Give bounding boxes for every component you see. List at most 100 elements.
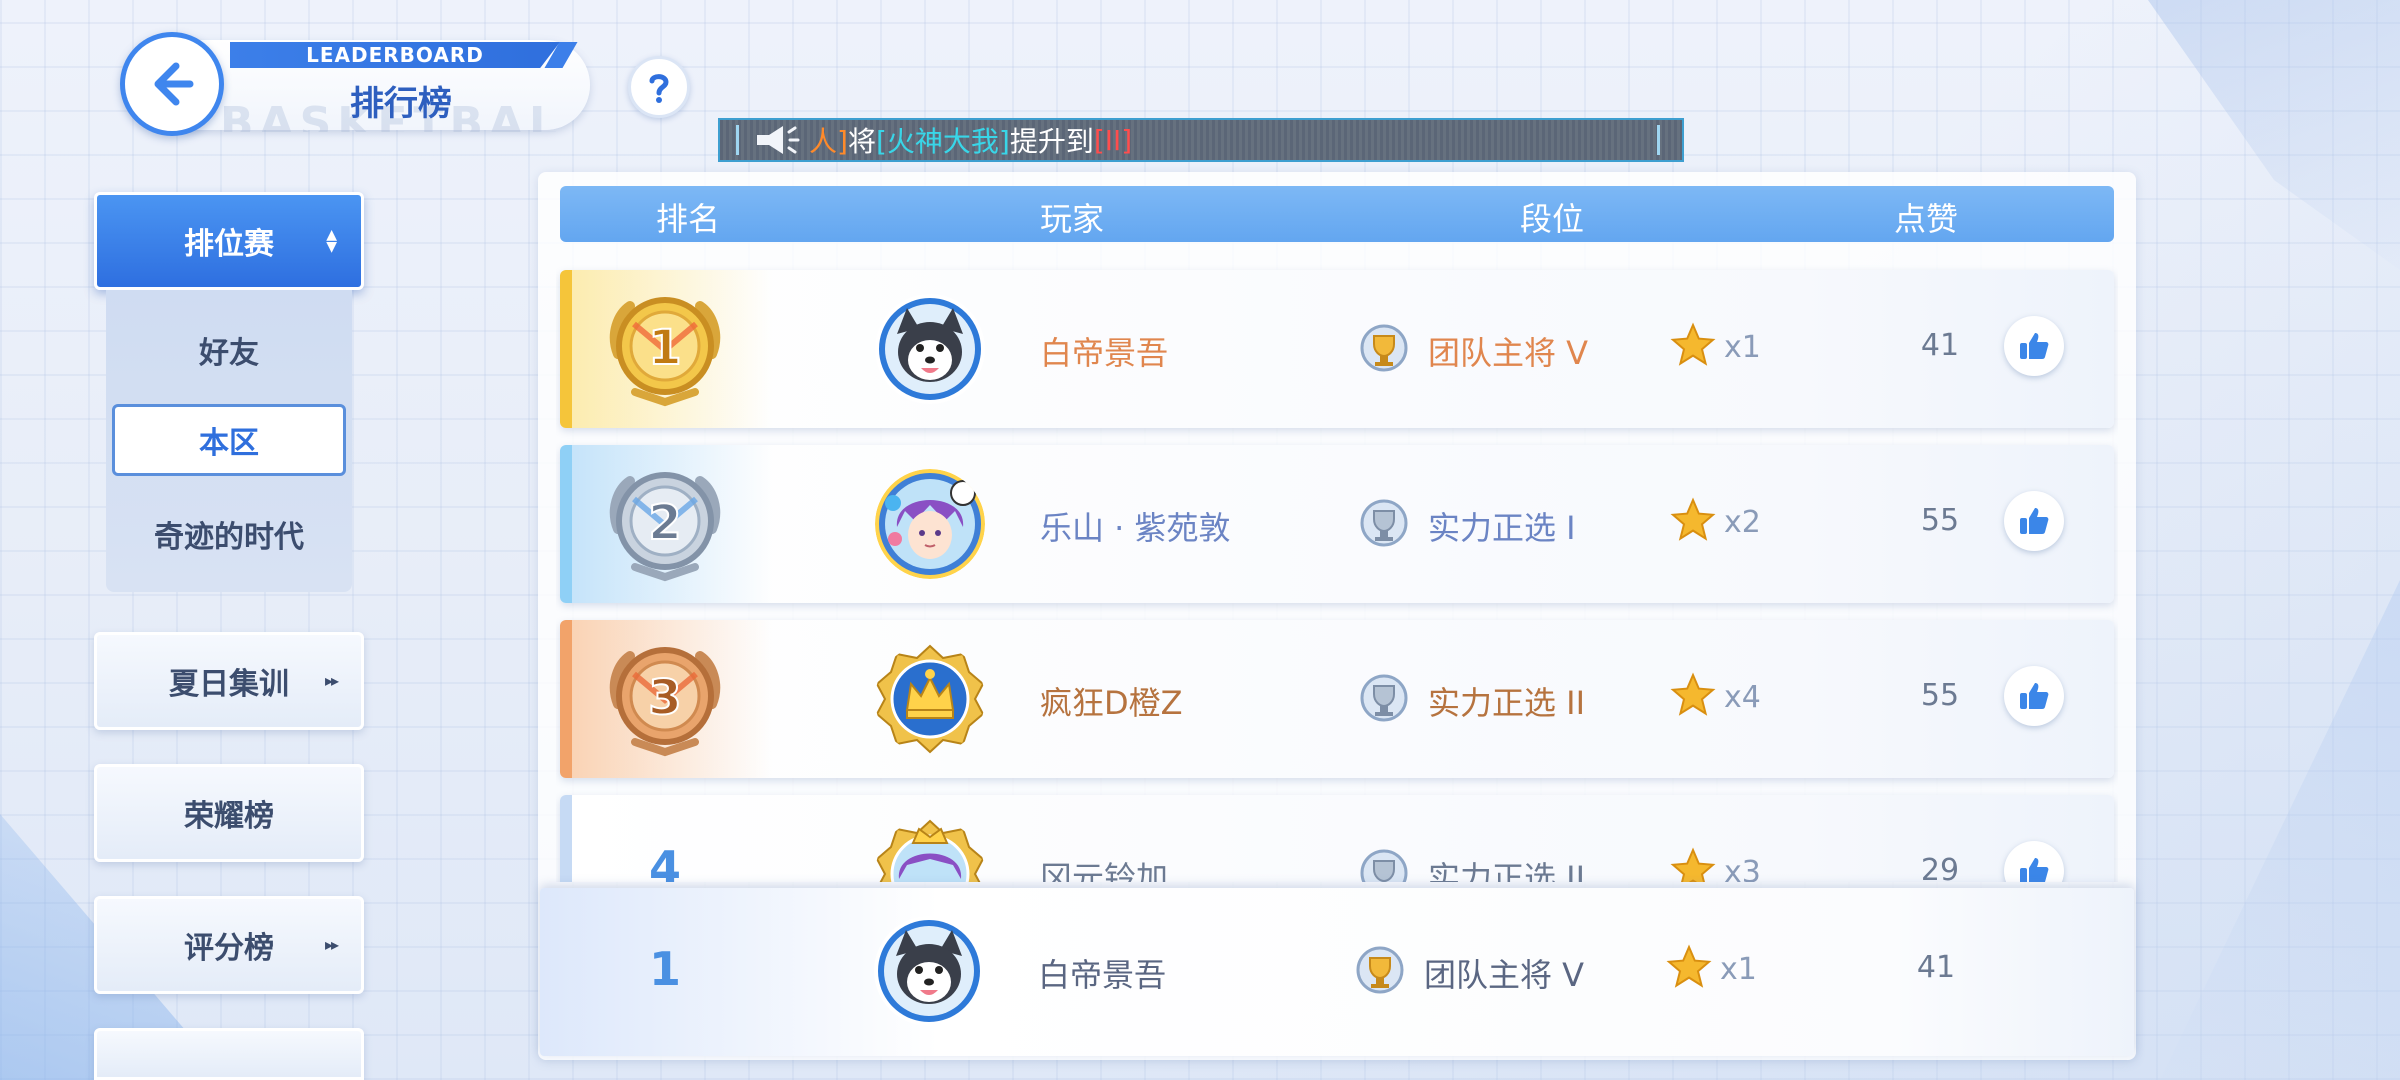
thumbs-up-icon (2020, 683, 2049, 709)
marquee-bar (736, 125, 739, 155)
page-header: BASKETBALL LEADERBOARD 排行榜 (120, 32, 592, 136)
like-button[interactable] (2004, 841, 2064, 882)
like-count: 41 (1920, 328, 1960, 363)
avatar[interactable] (875, 819, 985, 882)
tier-badge-silver-icon (1360, 674, 1408, 722)
player-name: 乐山 · 紫苑敦 (1040, 509, 1231, 547)
my-tier-name: 团队主将 V (1424, 956, 1585, 994)
sidebar-ranked-label: 排位赛 (184, 227, 274, 262)
column-player: 玩家 (1040, 200, 1105, 238)
my-rank-row: 1 白帝景吾 团队主将 V x1 41 (540, 888, 2134, 1056)
thumbs-up-icon (2020, 858, 2049, 882)
marquee-text-4: 提升到 (1009, 125, 1094, 158)
thumbs-up-icon (2020, 508, 2049, 534)
sidebar-glory-button[interactable]: 荣耀榜 (94, 764, 364, 862)
leaderboard-list[interactable]: 1 白帝景吾 团队主将 V x1 41 2 乐山 · 紫苑敦 实力正选 I x2… (556, 262, 2118, 882)
star-count: x3 (1724, 855, 1761, 882)
header-subtitle: LEADERBOARD (306, 43, 484, 67)
my-rank-number: 1 (648, 942, 681, 996)
background-shape (0, 814, 228, 1080)
like-count: 55 (1920, 503, 1960, 538)
bronze-medal-icon: 3 (609, 647, 721, 757)
sidebar-more-button[interactable] (94, 1028, 364, 1080)
megaphone-icon (757, 126, 800, 154)
like-button[interactable] (2004, 491, 2064, 551)
sidebar-ranked-button[interactable]: 排位赛 ▲ ▼ (94, 192, 364, 290)
table-row: 1 白帝景吾 团队主将 V x1 41 (560, 270, 2114, 428)
star-icon (1670, 322, 1716, 366)
ranked-submenu: 好友 本区 奇迹的时代 (106, 290, 352, 592)
row-accent (560, 795, 572, 882)
row-accent (560, 445, 572, 603)
page-title: 排行榜 (350, 84, 452, 124)
table-row: 4 冈元铃加 实力正选 II x3 29 (560, 795, 2114, 882)
tier-badge-gold-icon (1356, 946, 1404, 994)
table-row: 3 疯狂D橙Z 实力正选 II x4 55 (560, 620, 2114, 778)
arrow-left-icon (154, 62, 194, 106)
marquee-text-5: [II] (1093, 123, 1133, 157)
question-icon (649, 74, 669, 103)
gold-medal-icon: 1 (609, 297, 721, 407)
rank-number: 4 (648, 841, 681, 882)
row-accent (560, 270, 572, 428)
tier-badge-gold-icon (1360, 324, 1408, 372)
player-name: 疯狂D橙Z (1040, 684, 1183, 722)
like-button[interactable] (2004, 666, 2064, 726)
background-shape (2160, 580, 2400, 1080)
star-icon (1670, 847, 1716, 882)
medal-rank-text: 3 (648, 670, 681, 726)
thumbs-up-icon (2020, 333, 2049, 359)
star-count: x4 (1724, 680, 1761, 715)
tier-badge-silver-icon (1360, 849, 1408, 882)
marquee-text-2: 将 (847, 125, 876, 158)
expand-arrows-icon: ▲ ▼ (326, 227, 337, 255)
silver-medal-icon: 2 (609, 472, 721, 582)
star-icon (1670, 672, 1716, 716)
tier-name: 实力正选 II (1428, 859, 1586, 882)
avatar[interactable] (874, 916, 984, 1026)
announcement-marquee: 人] 将 [火神大我] 提升到 [II] (718, 118, 1684, 162)
sidebar-summer-camp-label: 夏日集训 (169, 667, 289, 702)
star-icon (1666, 944, 1712, 988)
star-count: x1 (1724, 330, 1761, 365)
chevron-right-icon: ▸▸ (324, 671, 339, 690)
player-name: 冈元铃加 (1040, 859, 1169, 882)
column-rank: 排名 (656, 200, 721, 238)
like-count: 29 (1920, 853, 1960, 882)
back-button[interactable] (120, 32, 224, 136)
my-star-count: x1 (1720, 952, 1757, 987)
submenu-friends[interactable]: 好友 (106, 314, 352, 386)
tier-name: 实力正选 II (1428, 684, 1586, 722)
marquee-text-1: 人] (809, 125, 848, 158)
avatar[interactable] (875, 469, 985, 579)
tier-name: 实力正选 I (1428, 509, 1576, 547)
marquee-bar (1657, 125, 1660, 155)
player-name: 白帝景吾 (1040, 334, 1169, 372)
medal-rank-text: 1 (648, 320, 681, 376)
my-like-count: 41 (1916, 950, 1956, 985)
tier-name: 团队主将 V (1428, 334, 1589, 372)
tier-badge-silver-icon (1360, 499, 1408, 547)
help-button[interactable] (628, 56, 690, 118)
submenu-server[interactable]: 本区 (112, 404, 346, 476)
row-accent (560, 620, 572, 778)
avatar[interactable] (875, 644, 985, 754)
star-icon (1670, 497, 1716, 541)
column-tier: 段位 (1520, 200, 1585, 238)
column-likes: 点赞 (1894, 200, 1959, 238)
table-header: 排名 玩家 段位 点赞 (560, 186, 2114, 242)
my-player-name: 白帝景吾 (1038, 956, 1167, 994)
submenu-generation-of-miracles[interactable]: 奇迹的时代 (106, 498, 352, 570)
medal-rank-text: 2 (648, 495, 681, 551)
marquee-text-3: [火神大我] (875, 125, 1010, 158)
sidebar-rating-label: 评分榜 (184, 931, 274, 966)
like-count: 55 (1920, 678, 1960, 713)
avatar[interactable] (875, 294, 985, 404)
sidebar-rating-button[interactable]: 评分榜 ▸▸ (94, 896, 364, 994)
sidebar-glory-label: 荣耀榜 (184, 799, 274, 834)
chevron-right-icon: ▸▸ (324, 935, 339, 954)
like-button[interactable] (2004, 316, 2064, 376)
sidebar-summer-camp-button[interactable]: 夏日集训 ▸▸ (94, 632, 364, 730)
star-count: x2 (1724, 505, 1761, 540)
header-ribbon: LEADERBOARD (230, 42, 560, 68)
